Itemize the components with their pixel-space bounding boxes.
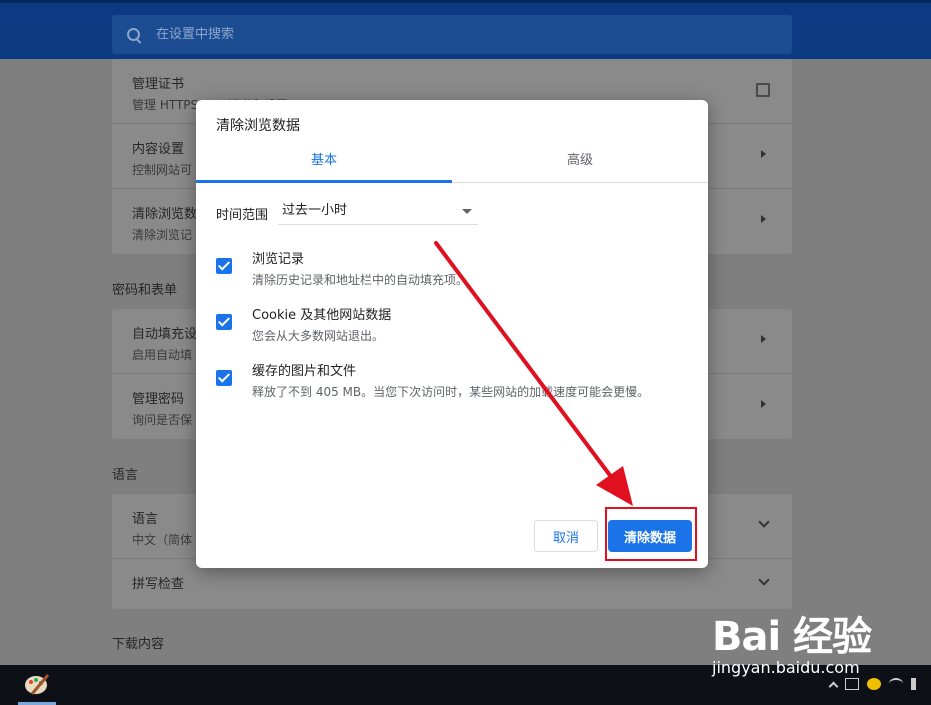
section-heading-downloads: 下载内容 bbox=[112, 637, 165, 652]
dialog-title: 清除浏览数据 bbox=[216, 118, 300, 134]
watermark-url: jingyan.baidu.com bbox=[712, 658, 860, 677]
paint-app-icon[interactable] bbox=[24, 672, 50, 696]
option-title: 浏览记录 bbox=[252, 252, 305, 267]
option-cookies: Cookie 及其他网站数据 您会从大多数网站退出。 bbox=[216, 304, 391, 344]
wifi-icon[interactable] bbox=[889, 678, 903, 690]
search-icon bbox=[126, 27, 142, 43]
arrow-right-icon bbox=[761, 335, 766, 343]
tab-basic[interactable]: 基本 bbox=[196, 146, 452, 183]
arrow-right-icon bbox=[761, 400, 766, 408]
system-tray bbox=[828, 678, 925, 691]
tab-advanced[interactable]: 高级 bbox=[452, 146, 708, 182]
battery-icon[interactable] bbox=[845, 678, 859, 690]
time-range-label: 时间范围 bbox=[216, 207, 269, 223]
time-range-select[interactable]: 过去一小时 bbox=[278, 201, 479, 225]
row-title: 拼写检查 bbox=[132, 577, 185, 592]
dialog-tabs: 基本 高级 bbox=[196, 146, 708, 183]
clear-browsing-data-dialog: 清除浏览数据 基本 高级 时间范围 过去一小时 浏览记录 清除历史记录和地址栏中… bbox=[196, 100, 708, 568]
cookies-checkbox[interactable] bbox=[216, 314, 232, 330]
settings-header bbox=[0, 0, 931, 59]
section-heading-passwords: 密码和表单 bbox=[112, 283, 178, 298]
arrow-right-icon bbox=[761, 150, 766, 158]
option-subtitle: 您会从大多数网站退出。 bbox=[252, 329, 385, 343]
chevron-up-icon[interactable] bbox=[828, 681, 839, 691]
time-range: 时间范围 过去一小时 bbox=[216, 201, 479, 225]
row-title: 管理证书 bbox=[132, 77, 185, 92]
arrow-right-icon bbox=[761, 215, 766, 223]
search-input[interactable] bbox=[156, 27, 456, 42]
option-title: 缓存的图片和文件 bbox=[252, 364, 357, 379]
annotation-highlight-box bbox=[605, 507, 697, 561]
option-browsing-history: 浏览记录 清除历史记录和地址栏中的自动填充项。 bbox=[216, 248, 468, 288]
option-title: Cookie 及其他网站数据 bbox=[252, 308, 392, 323]
watermark-logo: Bai 经验 bbox=[712, 614, 872, 660]
open-external-icon bbox=[756, 83, 770, 97]
section-heading-language: 语言 bbox=[112, 468, 139, 483]
security-shield-icon[interactable] bbox=[867, 678, 881, 690]
volume-icon[interactable] bbox=[911, 678, 925, 690]
option-cache: 缓存的图片和文件 释放了不到 405 MB。当您下次访问时，某些网站的加载速度可… bbox=[216, 360, 649, 400]
baidu-jingyan-watermark: Bai 经验 jingyan.baidu.com bbox=[712, 604, 872, 677]
dropdown-arrow-icon bbox=[462, 209, 473, 214]
time-range-value: 过去一小时 bbox=[282, 203, 348, 218]
cache-checkbox[interactable] bbox=[216, 370, 232, 386]
option-subtitle: 清除历史记录和地址栏中的自动填充项。 bbox=[252, 273, 469, 287]
settings-search-box[interactable] bbox=[112, 15, 792, 54]
browsing-history-checkbox[interactable] bbox=[216, 258, 232, 274]
option-subtitle: 释放了不到 405 MB。当您下次访问时，某些网站的加载速度可能会更慢。 bbox=[252, 385, 650, 399]
cancel-button[interactable]: 取消 bbox=[534, 520, 598, 552]
